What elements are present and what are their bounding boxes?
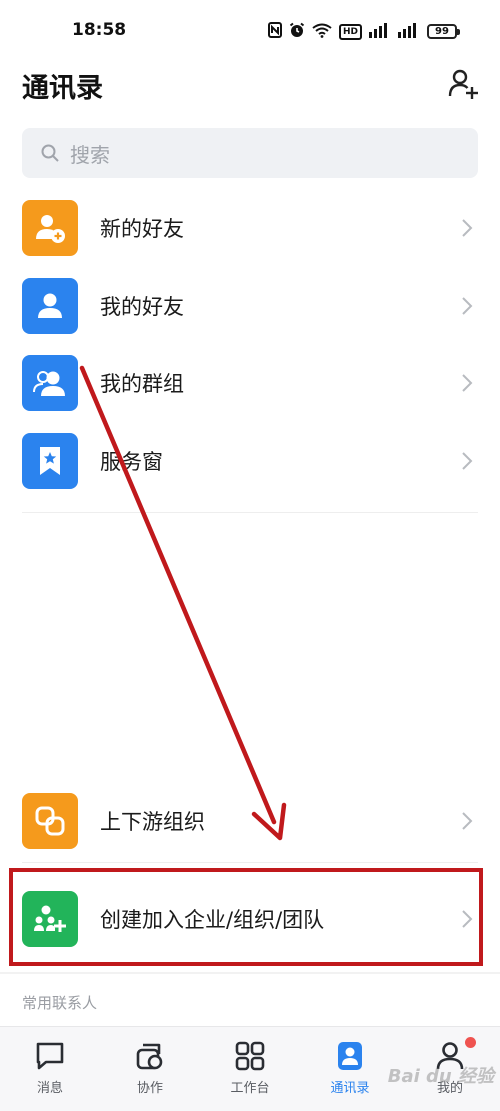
divider <box>22 862 478 863</box>
menu-item-my-groups[interactable]: 我的群组 <box>0 347 500 419</box>
add-contact-button[interactable] <box>448 68 480 100</box>
notification-badge <box>465 1037 476 1048</box>
menu-item-label: 上下游组织 <box>100 810 205 834</box>
search-input[interactable]: 搜索 <box>22 128 478 178</box>
tab-workbench[interactable]: 工作台 <box>210 1041 290 1096</box>
menu-item-new-friends[interactable]: 新的好友 <box>0 192 500 264</box>
status-icons: HD 99 <box>267 22 460 41</box>
signal-icon <box>398 22 420 41</box>
search-placeholder: 搜索 <box>70 142 110 167</box>
bookmark-star-icon <box>22 433 78 489</box>
menu-item-my-friends[interactable]: 我的好友 <box>0 270 500 342</box>
chevron-right-icon <box>462 812 473 830</box>
annotation-highlight-box <box>9 868 483 966</box>
section-divider <box>0 972 500 974</box>
search-icon <box>41 144 59 162</box>
divider <box>22 512 478 513</box>
message-icon <box>36 1042 64 1070</box>
link-icon <box>22 793 78 849</box>
chevron-right-icon <box>462 452 473 470</box>
tab-contacts[interactable]: 通讯录 <box>310 1041 390 1096</box>
nfc-icon <box>267 22 282 41</box>
wifi-icon <box>312 23 332 41</box>
tab-collab[interactable]: 协作 <box>110 1041 190 1096</box>
battery-level: 99 <box>427 24 457 39</box>
group-icon <box>22 355 78 411</box>
tab-label: 通讯录 <box>330 1081 370 1096</box>
grid-icon <box>235 1041 265 1071</box>
chevron-right-icon <box>462 297 473 315</box>
status-bar: 18:58 HD 99 <box>0 0 500 62</box>
add-person-icon <box>448 69 478 99</box>
tab-label: 协作 <box>136 1081 163 1096</box>
tab-label: 消息 <box>36 1081 63 1096</box>
menu-item-upstream-org[interactable]: 上下游组织 <box>0 785 500 857</box>
frequent-contacts-header: 常用联系人 <box>22 994 98 1012</box>
chevron-right-icon <box>462 219 473 237</box>
person-icon <box>22 278 78 334</box>
page-title: 通讯录 <box>22 73 103 104</box>
tab-label: 工作台 <box>230 1081 270 1096</box>
status-time: 18:58 <box>72 20 127 40</box>
menu-item-label: 新的好友 <box>100 217 184 241</box>
menu-item-label: 服务窗 <box>100 450 163 474</box>
collab-icon <box>136 1043 163 1070</box>
alarm-icon <box>289 22 305 41</box>
tab-messages[interactable]: 消息 <box>10 1041 90 1096</box>
person-add-icon <box>22 200 78 256</box>
signal-icon <box>369 22 391 41</box>
battery-icon: 99 <box>427 24 460 39</box>
watermark: Bai du 经验 <box>387 1066 494 1087</box>
hd-icon: HD <box>338 23 362 40</box>
menu-item-label: 我的好友 <box>100 295 184 319</box>
menu-item-label: 我的群组 <box>100 372 184 396</box>
menu-item-service-window[interactable]: 服务窗 <box>0 425 500 497</box>
contacts-icon <box>338 1042 362 1070</box>
chevron-right-icon <box>462 374 473 392</box>
